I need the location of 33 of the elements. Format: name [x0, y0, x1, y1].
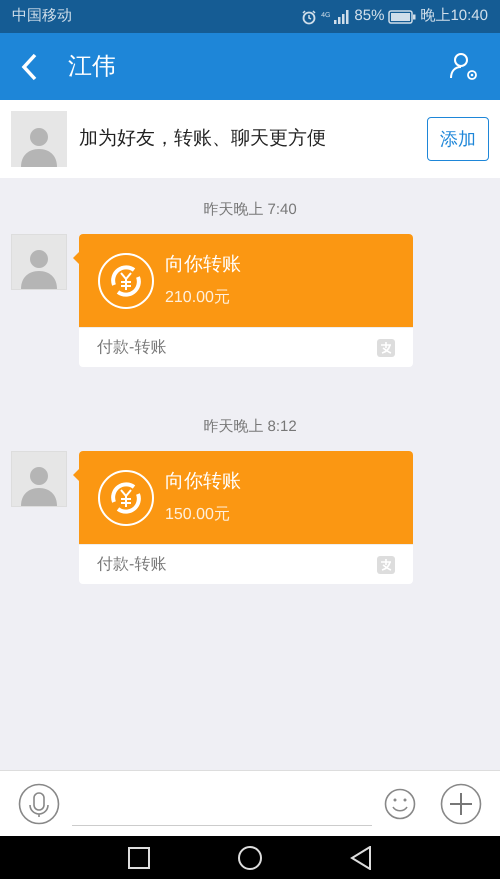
plus-icon[interactable] — [440, 782, 482, 824]
emoji-icon[interactable] — [384, 788, 416, 820]
payment-type: 付款-转账 — [97, 338, 166, 358]
timestamp: 昨天晚上 7:40 — [203, 201, 297, 218]
transfer-card[interactable]: 向你转账 150.00元 付款-转账 — [79, 451, 413, 584]
transfer-amount: 150.00元 — [165, 504, 231, 525]
transfer-card[interactable]: 向你转账 210.00元 付款-转账 — [79, 234, 413, 367]
transfer-amount: 210.00元 — [165, 288, 231, 308]
add-button[interactable]: 添加 — [427, 117, 489, 161]
transfer-title: 向你转账 — [165, 470, 241, 494]
alarm-icon — [301, 8, 318, 24]
back-icon[interactable] — [350, 846, 372, 870]
avatar — [11, 451, 67, 507]
banner-text: 加为好友，转账、聊天更方便 — [79, 126, 326, 151]
clock-time: 晚上10:40 — [420, 6, 488, 26]
timestamp: 昨天晚上 8:12 — [203, 418, 297, 435]
payment-logo-icon — [377, 556, 395, 574]
microphone-icon[interactable] — [18, 782, 60, 824]
chat-title: 江伟 — [68, 52, 116, 82]
signal-icon — [334, 10, 350, 24]
profile-settings-icon[interactable] — [448, 50, 480, 82]
avatar — [11, 111, 67, 167]
payment-type: 付款-转账 — [97, 554, 166, 574]
carrier-name: 中国移动 — [12, 6, 72, 26]
home-icon[interactable] — [238, 846, 262, 870]
currency-exchange-icon — [97, 468, 155, 526]
battery-percent: 85% — [354, 6, 384, 26]
currency-exchange-icon — [97, 252, 155, 310]
avatar — [11, 234, 67, 290]
payment-logo-icon — [377, 338, 395, 356]
battery-icon — [388, 10, 416, 24]
transfer-title: 向你转账 — [165, 253, 241, 278]
recent-apps-icon[interactable] — [128, 846, 150, 868]
